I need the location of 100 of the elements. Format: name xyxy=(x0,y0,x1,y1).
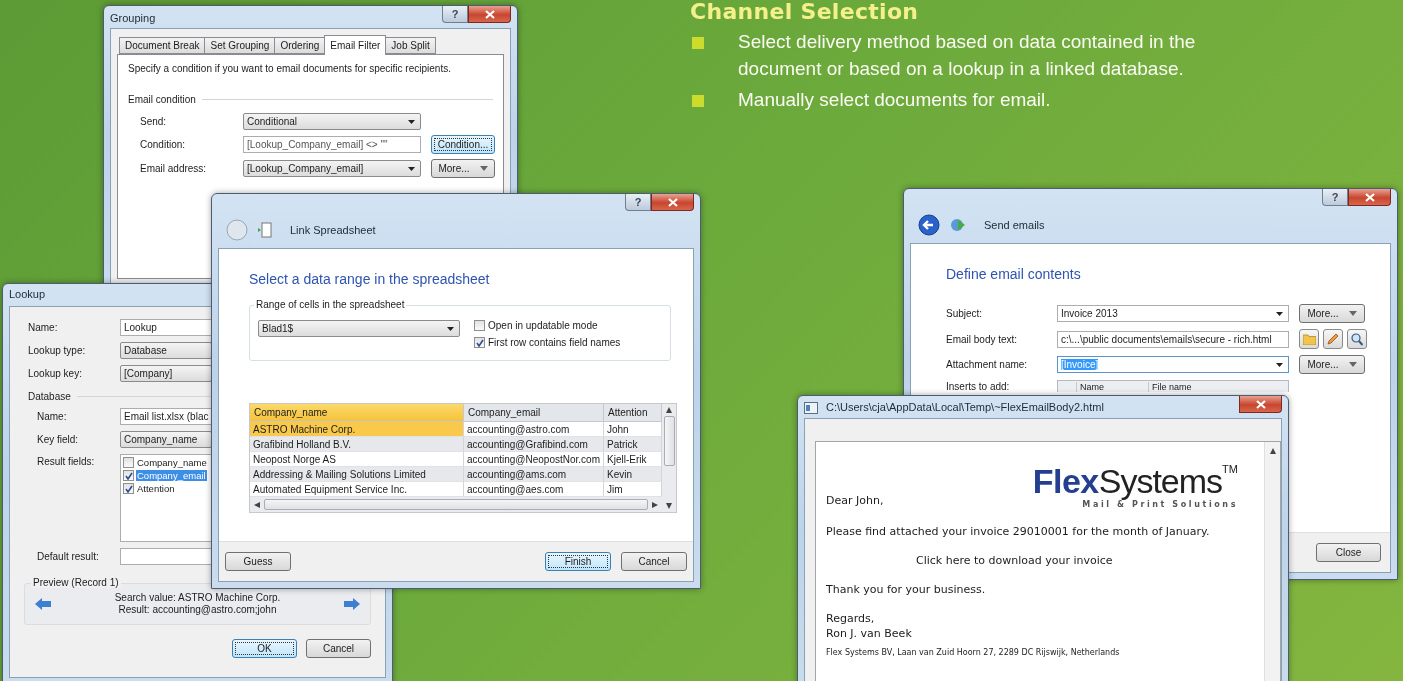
checkbox[interactable] xyxy=(123,483,134,494)
menu-button[interactable]: More... xyxy=(1299,304,1365,323)
table-cell: accounting@astro.com xyxy=(464,422,604,437)
caret-icon xyxy=(1276,362,1283,367)
tab[interactable]: Ordering xyxy=(274,37,326,54)
close-button[interactable] xyxy=(468,6,511,23)
page-heading: Define email contents xyxy=(946,266,1082,282)
group-label: Database xyxy=(28,391,71,402)
dropdown[interactable]: [Company] xyxy=(120,365,212,382)
dialog-button[interactable]: Close xyxy=(1316,543,1381,562)
left-arrow-icon[interactable] xyxy=(35,598,51,610)
folder-icon xyxy=(1302,333,1316,345)
dialog-button[interactable]: OK xyxy=(232,639,297,658)
close-icon xyxy=(667,197,678,207)
checkbox[interactable] xyxy=(123,457,134,468)
table-cell: Jim xyxy=(604,482,662,497)
checkbox-label: First row contains field names xyxy=(488,337,621,348)
checkbox[interactable] xyxy=(123,470,134,481)
menu-button[interactable]: More... xyxy=(1299,355,1365,374)
text-field[interactable]: Email list.xlsx (blac xyxy=(120,408,212,425)
table-cell: Patrick xyxy=(604,437,662,452)
field-label: Name: xyxy=(28,322,59,333)
help-button[interactable]: ? xyxy=(1322,189,1348,206)
scroll-arrow-icon[interactable] xyxy=(666,407,672,413)
column-header[interactable]: Company_name xyxy=(250,404,464,422)
action-button[interactable]: Condition... xyxy=(431,135,495,154)
checkbox[interactable] xyxy=(474,320,485,331)
column-header[interactable]: Company_email xyxy=(464,404,604,422)
field-label: Attachment name: xyxy=(946,359,1029,370)
scroll-arrow-icon[interactable] xyxy=(1269,448,1276,454)
column-header[interactable]: Attention xyxy=(604,404,662,422)
close-button[interactable] xyxy=(651,194,694,211)
field-label: Default result: xyxy=(37,551,100,562)
list-item[interactable]: Company_name xyxy=(136,457,208,468)
close-icon xyxy=(484,9,495,19)
checkbox-label: Open in updatable mode xyxy=(488,320,598,331)
letter-text: Regards, xyxy=(826,612,876,625)
group-label: Email condition xyxy=(128,94,196,105)
page-heading: Select a data range in the spreadsheet xyxy=(249,271,491,287)
vertical-scrollbar[interactable] xyxy=(662,404,676,512)
text-field[interactable] xyxy=(120,548,212,565)
table-cell: accounting@ams.com xyxy=(464,467,604,482)
dropdown[interactable]: Database xyxy=(120,342,212,359)
field-label: Email body text: xyxy=(946,333,1019,345)
dropdown[interactable]: [Lookup_Company_email] xyxy=(243,160,421,177)
window-title: Link Spreadsheet xyxy=(290,224,376,236)
download-link[interactable]: Click here to download your invoice xyxy=(826,554,1254,567)
folder-button[interactable] xyxy=(1299,329,1319,349)
column-header[interactable]: File name xyxy=(1148,382,1288,392)
text-field[interactable]: c:\...\public documents\emails\secure - rich.html xyxy=(1057,330,1289,348)
logo-tagline: Mail & Print Solutions xyxy=(1082,500,1238,509)
window-title: Grouping xyxy=(110,12,156,24)
close-button[interactable] xyxy=(1239,396,1282,413)
search-value-text: Search value: ASTRO Machine Corp. xyxy=(114,592,281,604)
tab[interactable]: Document Break xyxy=(119,37,206,54)
text-field[interactable]: Lookup xyxy=(120,319,212,336)
caret-icon xyxy=(447,326,454,331)
tab[interactable]: Set Grouping xyxy=(204,37,276,54)
table-cell: Automated Equipment Service Inc. xyxy=(250,482,464,497)
bullet-icon xyxy=(692,37,704,49)
condition-field[interactable]: [Lookup_Company_email] <> "" xyxy=(243,136,421,153)
table-cell: Kjell-Erik xyxy=(604,452,662,467)
dropdown[interactable]: Invoice 2013 xyxy=(1057,305,1289,322)
dropdown[interactable]: Company_name xyxy=(120,431,212,448)
preview-button[interactable] xyxy=(1347,329,1367,349)
dialog-button[interactable]: Cancel xyxy=(306,639,371,658)
column-header[interactable]: Name xyxy=(1076,382,1148,392)
dialog-button[interactable]: Guess xyxy=(225,552,291,571)
list-item[interactable]: Attention xyxy=(136,483,176,494)
scroll-arrow-icon[interactable] xyxy=(254,501,260,508)
vertical-scrollbar[interactable] xyxy=(1264,442,1280,681)
menu-button[interactable]: More... xyxy=(431,159,495,178)
footer-text: Flex Systems BV, Laan van Zuid Hoorn 27, 2289 DC Rijswijk, Netherlands xyxy=(826,648,1121,657)
right-arrow-icon[interactable] xyxy=(344,598,360,610)
dropdown[interactable]: Blad1$ xyxy=(258,320,460,337)
caret-icon xyxy=(408,166,415,171)
search-icon xyxy=(1351,332,1363,346)
tab[interactable]: Email Filter xyxy=(324,35,387,55)
close-icon xyxy=(1364,192,1375,202)
dropdown[interactable]: Conditional xyxy=(243,113,421,130)
table-cell: Neopost Norge AS xyxy=(250,452,464,467)
letter-text: Please find attached your invoice 29010001 for the month of January. xyxy=(826,525,1211,538)
bullet-icon xyxy=(692,95,704,107)
close-button[interactable] xyxy=(1348,189,1391,206)
description-text: Specify a condition if you want to email documents for specific recipients. xyxy=(128,63,452,74)
help-button[interactable]: ? xyxy=(625,194,651,211)
result-fields-list[interactable]: Company_name Company_email Attention xyxy=(120,454,212,542)
field-label: Subject: xyxy=(946,308,984,319)
letter-text: Thank you for your business. xyxy=(826,583,987,596)
dialog-button[interactable]: Cancel xyxy=(621,552,687,571)
field-label: Name: xyxy=(37,411,68,422)
result-text: Result: accounting@astro.com;john xyxy=(118,604,277,616)
edit-button[interactable] xyxy=(1323,329,1343,349)
checkbox[interactable] xyxy=(474,337,485,348)
scroll-arrow-icon[interactable] xyxy=(652,501,658,508)
scroll-arrow-icon[interactable] xyxy=(666,503,672,509)
dialog-button[interactable]: Finish xyxy=(545,552,611,571)
tab[interactable]: Job Split xyxy=(385,37,436,54)
window-title: C:\Users\cja\AppData\Local\Temp\~FlexEmailBody2.html xyxy=(826,401,1104,413)
help-button[interactable]: ? xyxy=(442,6,468,23)
